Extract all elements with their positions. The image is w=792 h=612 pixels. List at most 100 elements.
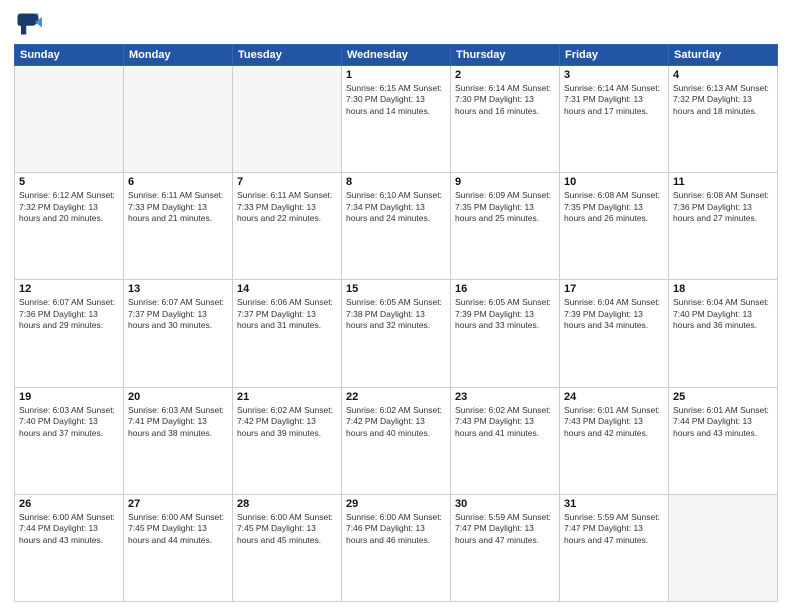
- day-info: Sunrise: 6:14 AM Sunset: 7:30 PM Dayligh…: [455, 83, 555, 117]
- weekday-thursday: Thursday: [451, 45, 560, 66]
- day-number: 29: [346, 498, 446, 510]
- day-info: Sunrise: 6:11 AM Sunset: 7:33 PM Dayligh…: [128, 190, 228, 224]
- day-number: 9: [455, 176, 555, 188]
- day-info: Sunrise: 6:06 AM Sunset: 7:37 PM Dayligh…: [237, 297, 337, 331]
- day-info: Sunrise: 6:13 AM Sunset: 7:32 PM Dayligh…: [673, 83, 773, 117]
- day-number: 4: [673, 69, 773, 81]
- day-info: Sunrise: 6:00 AM Sunset: 7:46 PM Dayligh…: [346, 512, 446, 546]
- calendar-cell: 1 Sunrise: 6:15 AM Sunset: 7:30 PM Daylig…: [342, 66, 451, 173]
- day-number: 21: [237, 391, 337, 403]
- day-number: 23: [455, 391, 555, 403]
- day-number: 16: [455, 283, 555, 295]
- weekday-saturday: Saturday: [669, 45, 778, 66]
- calendar-cell: 12Sunrise: 6:07 AM Sunset: 7:36 PM Dayli…: [15, 280, 124, 387]
- day-info: Sunrise: 6:14 AM Sunset: 7:31 PM Dayligh…: [564, 83, 664, 117]
- day-info: Sunrise: 6:12 AM Sunset: 7:32 PM Dayligh…: [19, 190, 119, 224]
- day-number: 8: [346, 176, 446, 188]
- calendar-cell: 20Sunrise: 6:03 AM Sunset: 7:41 PM Dayli…: [124, 387, 233, 494]
- day-info: Sunrise: 6:10 AM Sunset: 7:34 PM Dayligh…: [346, 190, 446, 224]
- calendar-cell: 27 Sunrise: 6:00 AM Sunset: 7:45 PM Dayli…: [124, 494, 233, 601]
- logo-icon: [14, 10, 42, 38]
- day-number: 25: [673, 391, 773, 403]
- calendar-cell: 2Sunrise: 6:14 AM Sunset: 7:30 PM Daylig…: [451, 66, 560, 173]
- day-info: Sunrise: 6:08 AM Sunset: 7:35 PM Dayligh…: [564, 190, 664, 224]
- calendar-week-3: 19Sunrise: 6:03 AM Sunset: 7:40 PM Dayli…: [15, 387, 778, 494]
- day-number: 15: [346, 283, 446, 295]
- calendar-cell: 17Sunrise: 6:04 AM Sunset: 7:39 PM Dayli…: [560, 280, 669, 387]
- calendar-cell: 6 Sunrise: 6:11 AM Sunset: 7:33 PM Daylig…: [124, 173, 233, 280]
- day-info: Sunrise: 6:08 AM Sunset: 7:36 PM Dayligh…: [673, 190, 773, 224]
- day-number: 14: [237, 283, 337, 295]
- weekday-tuesday: Tuesday: [233, 45, 342, 66]
- calendar-cell: 14 Sunrise: 6:06 AM Sunset: 7:37 PM Dayli…: [233, 280, 342, 387]
- day-number: 12: [19, 283, 119, 295]
- calendar-cell: 9 Sunrise: 6:09 AM Sunset: 7:35 PM Daylig…: [451, 173, 560, 280]
- calendar-cell: [15, 66, 124, 173]
- calendar-table: SundayMondayTuesdayWednesdayThursdayFrid…: [14, 44, 778, 602]
- calendar-cell: [233, 66, 342, 173]
- calendar-cell: 30 Sunrise: 5:59 AM Sunset: 7:47 PM Dayli…: [451, 494, 560, 601]
- weekday-sunday: Sunday: [15, 45, 124, 66]
- calendar-cell: 15 Sunrise: 6:05 AM Sunset: 7:38 PM Dayli…: [342, 280, 451, 387]
- calendar-cell: 5 Sunrise: 6:12 AM Sunset: 7:32 PM Daylig…: [15, 173, 124, 280]
- calendar-cell: [124, 66, 233, 173]
- day-info: Sunrise: 6:03 AM Sunset: 7:40 PM Dayligh…: [19, 405, 119, 439]
- calendar-cell: 7 Sunrise: 6:11 AM Sunset: 7:33 PM Daylig…: [233, 173, 342, 280]
- day-info: Sunrise: 6:01 AM Sunset: 7:43 PM Dayligh…: [564, 405, 664, 439]
- day-info: Sunrise: 6:09 AM Sunset: 7:35 PM Dayligh…: [455, 190, 555, 224]
- day-info: Sunrise: 6:02 AM Sunset: 7:42 PM Dayligh…: [237, 405, 337, 439]
- calendar-cell: 26Sunrise: 6:00 AM Sunset: 7:44 PM Dayli…: [15, 494, 124, 601]
- day-info: Sunrise: 6:05 AM Sunset: 7:39 PM Dayligh…: [455, 297, 555, 331]
- calendar-cell: 29 Sunrise: 6:00 AM Sunset: 7:46 PM Dayli…: [342, 494, 451, 601]
- day-number: 7: [237, 176, 337, 188]
- day-number: 10: [564, 176, 664, 188]
- calendar-cell: 10 Sunrise: 6:08 AM Sunset: 7:35 PM Dayli…: [560, 173, 669, 280]
- day-number: 20: [128, 391, 228, 403]
- day-number: 27: [128, 498, 228, 510]
- calendar-cell: 18Sunrise: 6:04 AM Sunset: 7:40 PM Dayli…: [669, 280, 778, 387]
- day-info: Sunrise: 6:05 AM Sunset: 7:38 PM Dayligh…: [346, 297, 446, 331]
- day-info: Sunrise: 6:02 AM Sunset: 7:42 PM Dayligh…: [346, 405, 446, 439]
- day-info: Sunrise: 6:00 AM Sunset: 7:45 PM Dayligh…: [128, 512, 228, 546]
- header: [14, 10, 778, 38]
- day-info: Sunrise: 5:59 AM Sunset: 7:47 PM Dayligh…: [455, 512, 555, 546]
- day-number: 13: [128, 283, 228, 295]
- calendar-week-0: 1 Sunrise: 6:15 AM Sunset: 7:30 PM Daylig…: [15, 66, 778, 173]
- calendar-cell: 11Sunrise: 6:08 AM Sunset: 7:36 PM Dayli…: [669, 173, 778, 280]
- calendar-cell: 19Sunrise: 6:03 AM Sunset: 7:40 PM Dayli…: [15, 387, 124, 494]
- day-number: 17: [564, 283, 664, 295]
- day-info: Sunrise: 6:07 AM Sunset: 7:37 PM Dayligh…: [128, 297, 228, 331]
- day-info: Sunrise: 6:01 AM Sunset: 7:44 PM Dayligh…: [673, 405, 773, 439]
- calendar-cell: 21 Sunrise: 6:02 AM Sunset: 7:42 PM Dayli…: [233, 387, 342, 494]
- day-number: 31: [564, 498, 664, 510]
- calendar-week-4: 26Sunrise: 6:00 AM Sunset: 7:44 PM Dayli…: [15, 494, 778, 601]
- weekday-wednesday: Wednesday: [342, 45, 451, 66]
- day-number: 1: [346, 69, 446, 81]
- day-info: Sunrise: 6:04 AM Sunset: 7:40 PM Dayligh…: [673, 297, 773, 331]
- calendar-cell: 16 Sunrise: 6:05 AM Sunset: 7:39 PM Dayli…: [451, 280, 560, 387]
- day-number: 30: [455, 498, 555, 510]
- day-info: Sunrise: 6:11 AM Sunset: 7:33 PM Dayligh…: [237, 190, 337, 224]
- day-number: 26: [19, 498, 119, 510]
- logo: [14, 10, 46, 38]
- weekday-friday: Friday: [560, 45, 669, 66]
- calendar-week-2: 12Sunrise: 6:07 AM Sunset: 7:36 PM Dayli…: [15, 280, 778, 387]
- calendar-cell: 31 Sunrise: 5:59 AM Sunset: 7:47 PM Dayli…: [560, 494, 669, 601]
- calendar-cell: 8 Sunrise: 6:10 AM Sunset: 7:34 PM Daylig…: [342, 173, 451, 280]
- day-info: Sunrise: 5:59 AM Sunset: 7:47 PM Dayligh…: [564, 512, 664, 546]
- calendar-cell: 3Sunrise: 6:14 AM Sunset: 7:31 PM Daylig…: [560, 66, 669, 173]
- calendar-cell: 28 Sunrise: 6:00 AM Sunset: 7:45 PM Dayli…: [233, 494, 342, 601]
- calendar-cell: 23Sunrise: 6:02 AM Sunset: 7:43 PM Dayli…: [451, 387, 560, 494]
- weekday-monday: Monday: [124, 45, 233, 66]
- day-number: 5: [19, 176, 119, 188]
- weekday-header-row: SundayMondayTuesdayWednesdayThursdayFrid…: [15, 45, 778, 66]
- day-info: Sunrise: 6:00 AM Sunset: 7:45 PM Dayligh…: [237, 512, 337, 546]
- calendar-cell: 4 Sunrise: 6:13 AM Sunset: 7:32 PM Daylig…: [669, 66, 778, 173]
- calendar-cell: [669, 494, 778, 601]
- day-number: 22: [346, 391, 446, 403]
- day-number: 24: [564, 391, 664, 403]
- calendar-cell: 13 Sunrise: 6:07 AM Sunset: 7:37 PM Dayli…: [124, 280, 233, 387]
- day-info: Sunrise: 6:15 AM Sunset: 7:30 PM Dayligh…: [346, 83, 446, 117]
- day-number: 28: [237, 498, 337, 510]
- day-number: 6: [128, 176, 228, 188]
